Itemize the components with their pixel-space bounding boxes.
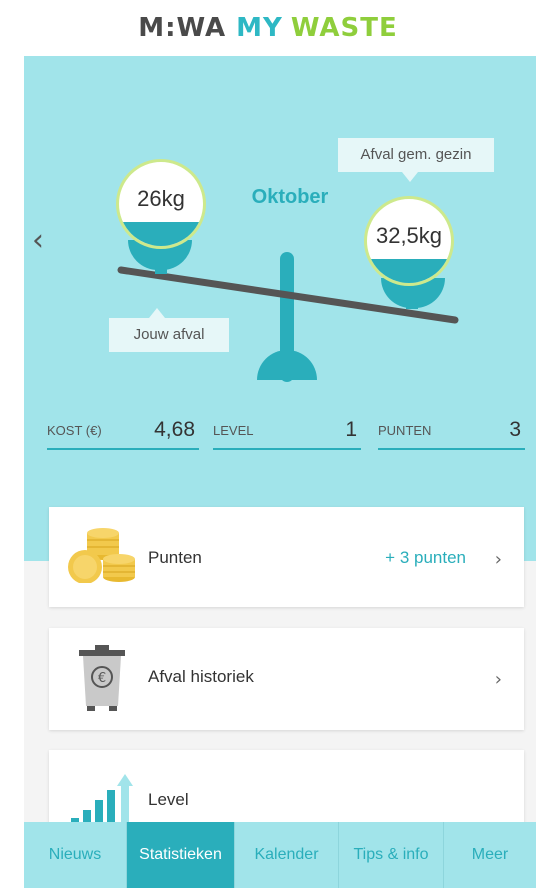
points-value: 3 xyxy=(509,418,521,441)
waste-history-card[interactable]: € Afval historiek › xyxy=(49,628,524,730)
own-waste-bubble: 26kg xyxy=(116,159,206,249)
points-stat: PUNTEN 3 xyxy=(378,410,525,450)
points-label: PUNTEN xyxy=(378,423,432,438)
cost-stat: KOST (€) 4,68 xyxy=(47,410,199,450)
cost-value: 4,68 xyxy=(154,418,195,441)
previous-month-button[interactable]: ‹ xyxy=(32,226,44,256)
tab-statistieken[interactable]: Statistieken xyxy=(127,822,235,888)
level-bars-icon xyxy=(71,774,133,828)
level-value: 1 xyxy=(345,418,357,441)
level-card[interactable]: Level xyxy=(49,750,524,830)
average-waste-bubble: 32,5kg xyxy=(364,196,454,286)
points-card-title: Punten xyxy=(148,548,202,567)
tab-kalender[interactable]: Kalender xyxy=(235,822,339,888)
tab-meer[interactable]: Meer xyxy=(444,822,536,888)
waste-bin-euro-icon: € xyxy=(79,645,125,711)
coins-icon xyxy=(68,528,135,583)
tab-nieuws[interactable]: Nieuws xyxy=(24,822,127,888)
svg-text:€: € xyxy=(98,671,106,686)
month-title: Oktober xyxy=(251,186,329,208)
cost-label: KOST (€) xyxy=(47,423,102,438)
level-stat: LEVEL 1 xyxy=(213,410,361,450)
bottom-tab-bar: Nieuws Statistieken Kalender Tips & info… xyxy=(24,822,536,888)
chevron-right-icon: › xyxy=(494,669,502,690)
average-waste-value: 32,5kg xyxy=(375,223,443,248)
level-card-title: Level xyxy=(148,790,189,809)
level-label: LEVEL xyxy=(213,423,254,438)
own-waste-label: Jouw afval xyxy=(109,308,229,352)
points-card[interactable]: Punten + 3 punten › xyxy=(49,507,524,607)
own-waste-value: 26kg xyxy=(137,186,185,211)
chevron-right-icon: › xyxy=(494,549,502,570)
seesaw-pillar xyxy=(280,252,294,382)
waste-history-title: Afval historiek xyxy=(148,667,254,686)
points-earned-text: + 3 punten xyxy=(385,548,466,567)
tab-tips-info[interactable]: Tips & info xyxy=(339,822,444,888)
stats-row: KOST (€) 4,68 LEVEL 1 PUNTEN 3 xyxy=(47,410,525,450)
average-waste-label: Afval gem. gezin xyxy=(338,138,494,182)
